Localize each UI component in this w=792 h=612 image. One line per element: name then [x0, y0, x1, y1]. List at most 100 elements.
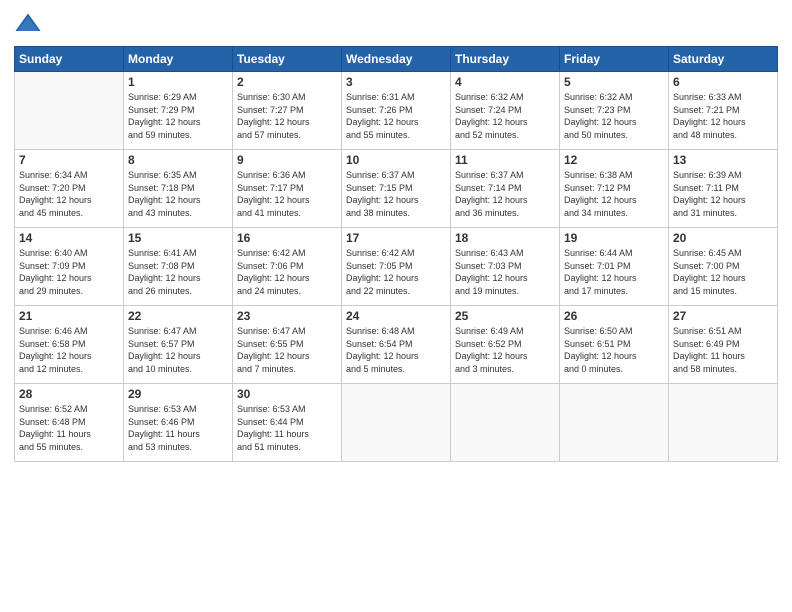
- day-number: 20: [673, 231, 773, 245]
- day-number: 22: [128, 309, 228, 323]
- calendar-cell: 8Sunrise: 6:35 AMSunset: 7:18 PMDaylight…: [124, 150, 233, 228]
- logo: [14, 10, 46, 38]
- day-number: 21: [19, 309, 119, 323]
- day-number: 30: [237, 387, 337, 401]
- day-number: 10: [346, 153, 446, 167]
- day-info: Sunrise: 6:42 AMSunset: 7:05 PMDaylight:…: [346, 247, 446, 297]
- header: [14, 10, 778, 38]
- day-info: Sunrise: 6:48 AMSunset: 6:54 PMDaylight:…: [346, 325, 446, 375]
- calendar-cell: 9 Sunrise: 6:36 AMSunset: 7:17 PMDaylight…: [233, 150, 342, 228]
- calendar-cell: 12 Sunrise: 6:38 AMSunset: 7:12 PMDayligh…: [560, 150, 669, 228]
- calendar-cell: 19 Sunrise: 6:44 AMSunset: 7:01 PMDayligh…: [560, 228, 669, 306]
- day-info: Sunrise: 6:49 AMSunset: 6:52 PMDaylight:…: [455, 325, 555, 375]
- day-number: 9: [237, 153, 337, 167]
- day-info: Sunrise: 6:44 AMSunset: 7:01 PMDaylight:…: [564, 247, 664, 297]
- day-number: 11: [455, 153, 555, 167]
- calendar-cell: 17 Sunrise: 6:42 AMSunset: 7:05 PMDayligh…: [342, 228, 451, 306]
- calendar-cell: 3 Sunrise: 6:31 AMSunset: 7:26 PMDaylight…: [342, 72, 451, 150]
- weekday-header-friday: Friday: [560, 47, 669, 72]
- calendar-cell: 14 Sunrise: 6:40 AMSunset: 7:09 PMDayligh…: [15, 228, 124, 306]
- day-info: Sunrise: 6:29 AMSunset: 7:29 PMDaylight:…: [128, 91, 228, 141]
- day-info: Sunrise: 6:37 AMSunset: 7:15 PMDaylight:…: [346, 169, 446, 219]
- calendar-cell: 25 Sunrise: 6:49 AMSunset: 6:52 PMDayligh…: [451, 306, 560, 384]
- calendar-cell: 16 Sunrise: 6:42 AMSunset: 7:06 PMDayligh…: [233, 228, 342, 306]
- day-info: Sunrise: 6:42 AMSunset: 7:06 PMDaylight:…: [237, 247, 337, 297]
- calendar-cell: 7 Sunrise: 6:34 AMSunset: 7:20 PMDaylight…: [15, 150, 124, 228]
- day-info: Sunrise: 6:51 AMSunset: 6:49 PMDaylight:…: [673, 325, 773, 375]
- calendar-cell: 28 Sunrise: 6:52 AMSunset: 6:48 PMDayligh…: [15, 384, 124, 462]
- calendar-cell: 20 Sunrise: 6:45 AMSunset: 7:00 PMDayligh…: [669, 228, 778, 306]
- calendar-cell: 27 Sunrise: 6:51 AMSunset: 6:49 PMDayligh…: [669, 306, 778, 384]
- day-info: Sunrise: 6:43 AMSunset: 7:03 PMDaylight:…: [455, 247, 555, 297]
- weekday-header-saturday: Saturday: [669, 47, 778, 72]
- calendar-cell: 13Sunrise: 6:39 AMSunset: 7:11 PMDayligh…: [669, 150, 778, 228]
- day-number: 13: [673, 153, 773, 167]
- day-number: 16: [237, 231, 337, 245]
- calendar-cell: 24Sunrise: 6:48 AMSunset: 6:54 PMDayligh…: [342, 306, 451, 384]
- day-info: Sunrise: 6:50 AMSunset: 6:51 PMDaylight:…: [564, 325, 664, 375]
- day-number: 5: [564, 75, 664, 89]
- weekday-header-wednesday: Wednesday: [342, 47, 451, 72]
- day-number: 4: [455, 75, 555, 89]
- day-info: Sunrise: 6:47 AMSunset: 6:57 PMDaylight:…: [128, 325, 228, 375]
- day-info: Sunrise: 6:41 AMSunset: 7:08 PMDaylight:…: [128, 247, 228, 297]
- week-row-4: 21 Sunrise: 6:46 AMSunset: 6:58 PMDayligh…: [15, 306, 778, 384]
- day-number: 18: [455, 231, 555, 245]
- logo-icon: [14, 10, 42, 38]
- day-info: Sunrise: 6:35 AMSunset: 7:18 PMDaylight:…: [128, 169, 228, 219]
- calendar-cell: [342, 384, 451, 462]
- day-info: Sunrise: 6:52 AMSunset: 6:48 PMDaylight:…: [19, 403, 119, 453]
- weekday-header-monday: Monday: [124, 47, 233, 72]
- day-info: Sunrise: 6:36 AMSunset: 7:17 PMDaylight:…: [237, 169, 337, 219]
- calendar-cell: 23 Sunrise: 6:47 AMSunset: 6:55 PMDayligh…: [233, 306, 342, 384]
- calendar-cell: 2Sunrise: 6:30 AMSunset: 7:27 PMDaylight…: [233, 72, 342, 150]
- week-row-3: 14 Sunrise: 6:40 AMSunset: 7:09 PMDayligh…: [15, 228, 778, 306]
- weekday-header-sunday: Sunday: [15, 47, 124, 72]
- day-info: Sunrise: 6:47 AMSunset: 6:55 PMDaylight:…: [237, 325, 337, 375]
- calendar-cell: 5 Sunrise: 6:32 AMSunset: 7:23 PMDaylight…: [560, 72, 669, 150]
- day-info: Sunrise: 6:40 AMSunset: 7:09 PMDaylight:…: [19, 247, 119, 297]
- day-number: 27: [673, 309, 773, 323]
- day-info: Sunrise: 6:53 AMSunset: 6:46 PMDaylight:…: [128, 403, 228, 453]
- calendar-cell: 11Sunrise: 6:37 AMSunset: 7:14 PMDayligh…: [451, 150, 560, 228]
- day-number: 7: [19, 153, 119, 167]
- calendar-cell: 1 Sunrise: 6:29 AMSunset: 7:29 PMDaylight…: [124, 72, 233, 150]
- calendar-cell: [669, 384, 778, 462]
- week-row-5: 28 Sunrise: 6:52 AMSunset: 6:48 PMDayligh…: [15, 384, 778, 462]
- day-number: 3: [346, 75, 446, 89]
- day-number: 23: [237, 309, 337, 323]
- weekday-header-row: SundayMondayTuesdayWednesdayThursdayFrid…: [15, 47, 778, 72]
- calendar-cell: 4Sunrise: 6:32 AMSunset: 7:24 PMDaylight…: [451, 72, 560, 150]
- weekday-header-tuesday: Tuesday: [233, 47, 342, 72]
- week-row-1: 1 Sunrise: 6:29 AMSunset: 7:29 PMDaylight…: [15, 72, 778, 150]
- day-number: 1: [128, 75, 228, 89]
- calendar-cell: 22 Sunrise: 6:47 AMSunset: 6:57 PMDayligh…: [124, 306, 233, 384]
- day-number: 12: [564, 153, 664, 167]
- day-info: Sunrise: 6:53 AMSunset: 6:44 PMDaylight:…: [237, 403, 337, 453]
- day-number: 14: [19, 231, 119, 245]
- calendar-cell: [560, 384, 669, 462]
- day-number: 26: [564, 309, 664, 323]
- day-info: Sunrise: 6:34 AMSunset: 7:20 PMDaylight:…: [19, 169, 119, 219]
- day-number: 6: [673, 75, 773, 89]
- day-info: Sunrise: 6:31 AMSunset: 7:26 PMDaylight:…: [346, 91, 446, 141]
- day-number: 2: [237, 75, 337, 89]
- day-info: Sunrise: 6:32 AMSunset: 7:23 PMDaylight:…: [564, 91, 664, 141]
- calendar-cell: 6 Sunrise: 6:33 AMSunset: 7:21 PMDaylight…: [669, 72, 778, 150]
- weekday-header-thursday: Thursday: [451, 47, 560, 72]
- calendar-cell: [15, 72, 124, 150]
- day-info: Sunrise: 6:46 AMSunset: 6:58 PMDaylight:…: [19, 325, 119, 375]
- day-info: Sunrise: 6:38 AMSunset: 7:12 PMDaylight:…: [564, 169, 664, 219]
- day-number: 17: [346, 231, 446, 245]
- day-number: 15: [128, 231, 228, 245]
- day-info: Sunrise: 6:45 AMSunset: 7:00 PMDaylight:…: [673, 247, 773, 297]
- calendar-cell: [451, 384, 560, 462]
- day-number: 19: [564, 231, 664, 245]
- day-info: Sunrise: 6:33 AMSunset: 7:21 PMDaylight:…: [673, 91, 773, 141]
- calendar-cell: 21 Sunrise: 6:46 AMSunset: 6:58 PMDayligh…: [15, 306, 124, 384]
- calendar-cell: 26 Sunrise: 6:50 AMSunset: 6:51 PMDayligh…: [560, 306, 669, 384]
- calendar-cell: 29Sunrise: 6:53 AMSunset: 6:46 PMDayligh…: [124, 384, 233, 462]
- day-number: 28: [19, 387, 119, 401]
- day-number: 25: [455, 309, 555, 323]
- calendar-cell: 30 Sunrise: 6:53 AMSunset: 6:44 PMDayligh…: [233, 384, 342, 462]
